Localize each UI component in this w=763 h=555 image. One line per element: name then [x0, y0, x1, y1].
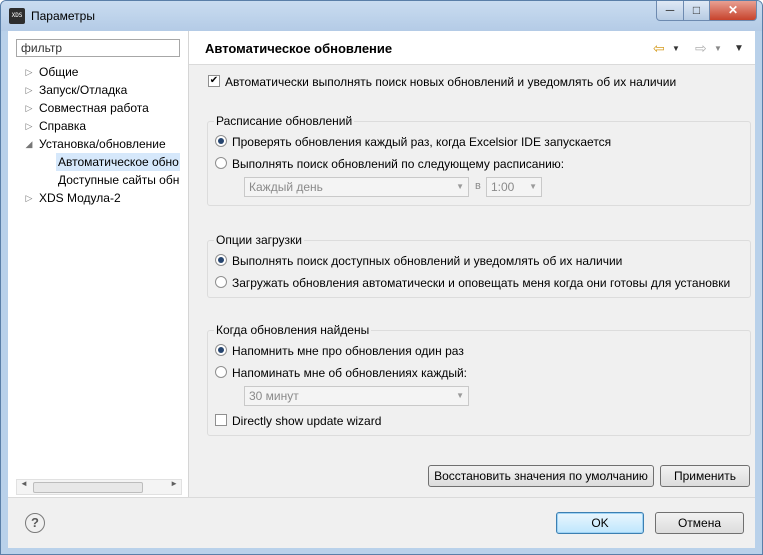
restore-defaults-button[interactable]: Восстановить значения по умолчанию [428, 465, 654, 487]
tree-item-label: XDS Модула-2 [39, 191, 121, 205]
tree-item-available-sites[interactable]: Доступные сайты обн [56, 171, 180, 189]
tree-item-label: Доступные сайты обн [58, 173, 180, 187]
found-group-title: Когда обновления найдены [214, 323, 372, 337]
radio-label: Загружать обновления автоматически и опо… [232, 276, 731, 290]
page-title: Автоматическое обновление [205, 41, 393, 56]
time-select[interactable]: 1:00 ▼ [486, 177, 542, 197]
apply-button[interactable]: Применить [660, 465, 750, 487]
radio-unselected-icon[interactable] [215, 157, 227, 169]
collapse-arrow-icon[interactable]: ◢ [24, 135, 34, 153]
tree-item-team[interactable]: ▷ Совместная работа [8, 99, 188, 117]
app-icon: XDS [9, 8, 25, 24]
tree-item-label: Запуск/Отладка [39, 83, 128, 97]
tree-item-run-debug[interactable]: ▷ Запуск/Отладка [8, 81, 188, 99]
day-select[interactable]: Каждый день ▼ [244, 177, 469, 197]
maximize-button[interactable]: □ [683, 1, 710, 21]
tree-item-install-update[interactable]: ◢ Установка/обновление [8, 135, 188, 153]
filter-input[interactable]: фильтр [16, 39, 180, 57]
tree-horizontal-scrollbar[interactable]: ◄ ► [16, 479, 182, 495]
tree-item-label: Совместная работа [39, 101, 149, 115]
day-select-value: Каждый день [249, 180, 323, 194]
scrollbar-thumb[interactable] [33, 482, 143, 493]
preferences-window: XDS Параметры ─ □ ✕ фильтр ▷ Общие ▷ Зап… [0, 0, 763, 555]
radio-label: Напоминать мне об обновлениях каждый: [232, 366, 468, 380]
preferences-tree-panel: фильтр ▷ Общие ▷ Запуск/Отладка ▷ Совмес… [8, 31, 189, 497]
tree-item-help[interactable]: ▷ Справка [8, 117, 188, 135]
page-header: Автоматическое обновление ⇦ ▼ ⇨ ▼ ▼ [189, 31, 755, 65]
tree-item-label: Общие [39, 65, 79, 79]
back-arrow-icon[interactable]: ⇦ [653, 40, 665, 57]
radio-selected-icon[interactable] [215, 344, 227, 356]
scroll-left-icon[interactable]: ◄ [20, 479, 28, 488]
chevron-down-icon: ▼ [529, 182, 537, 191]
cancel-button[interactable]: Отмена [655, 512, 744, 534]
checkbox-unchecked-icon[interactable] [215, 414, 227, 426]
radio-label: Выполнять поиск обновлений по следующему… [232, 157, 565, 171]
scroll-right-icon[interactable]: ► [170, 479, 178, 488]
interval-select-value: 30 минут [249, 389, 299, 403]
download-options-group: Опции загрузки Выполнять поиск доступных… [207, 233, 751, 298]
dialog-client-area: фильтр ▷ Общие ▷ Запуск/Отладка ▷ Совмес… [8, 31, 755, 548]
remind-interval-select[interactable]: 30 минут ▼ [244, 386, 469, 406]
help-icon[interactable]: ? [25, 513, 45, 533]
back-dropdown-icon[interactable]: ▼ [672, 44, 680, 53]
title-bar[interactable]: XDS Параметры ─ □ ✕ [1, 1, 762, 31]
expand-arrow-icon[interactable]: ▷ [24, 117, 34, 135]
download-group-title: Опции загрузки [214, 233, 304, 247]
auto-check-label: Автоматически выполнять поиск новых обно… [225, 75, 677, 89]
radio-label: Проверять обновления каждый раз, когда E… [232, 135, 612, 149]
radio-label: Выполнять поиск доступных обновлений и у… [232, 254, 623, 268]
time-select-value: 1:00 [491, 180, 515, 194]
radio-selected-icon[interactable] [215, 254, 227, 266]
forward-dropdown-icon[interactable]: ▼ [714, 44, 722, 53]
expand-arrow-icon[interactable]: ▷ [24, 189, 34, 207]
expand-arrow-icon[interactable]: ▷ [24, 99, 34, 117]
tree-item-general[interactable]: ▷ Общие [8, 63, 188, 81]
checkbox-checked-icon[interactable]: ✔ [208, 75, 220, 87]
radio-label: Напомнить мне про обновления один раз [232, 344, 464, 358]
when-found-group: Когда обновления найдены Напомнить мне п… [207, 323, 751, 436]
tree-item-xds-modula2[interactable]: ▷ XDS Модула-2 [8, 189, 188, 207]
tree-item-label: Установка/обновление [39, 137, 166, 151]
at-label: в [475, 180, 481, 192]
dialog-button-bar: ? OK Отмена [8, 497, 755, 548]
radio-unselected-icon[interactable] [215, 276, 227, 288]
tree-item-label: Автоматическое обно [58, 155, 179, 169]
preference-page: Автоматическое обновление ⇦ ▼ ⇨ ▼ ▼ ✔ Ав… [189, 31, 755, 497]
expand-arrow-icon[interactable]: ▷ [24, 63, 34, 81]
close-button[interactable]: ✕ [709, 1, 757, 21]
schedule-group: Расписание обновлений Проверять обновлен… [207, 114, 751, 206]
tree-item-automatic-updates[interactable]: Автоматическое обно [56, 153, 180, 171]
window-title: Параметры [31, 9, 95, 23]
chevron-down-icon: ▼ [456, 182, 464, 191]
chevron-down-icon: ▼ [456, 391, 464, 400]
view-menu-icon[interactable]: ▼ [734, 43, 744, 54]
radio-unselected-icon[interactable] [215, 366, 227, 378]
schedule-group-title: Расписание обновлений [214, 114, 355, 128]
ok-button[interactable]: OK [556, 512, 644, 534]
show-wizard-label: Directly show update wizard [232, 414, 382, 428]
forward-arrow-icon[interactable]: ⇨ [695, 40, 707, 57]
radio-selected-icon[interactable] [215, 135, 227, 147]
tree-item-label: Справка [39, 119, 87, 133]
minimize-button[interactable]: ─ [656, 1, 684, 21]
expand-arrow-icon[interactable]: ▷ [24, 81, 34, 99]
